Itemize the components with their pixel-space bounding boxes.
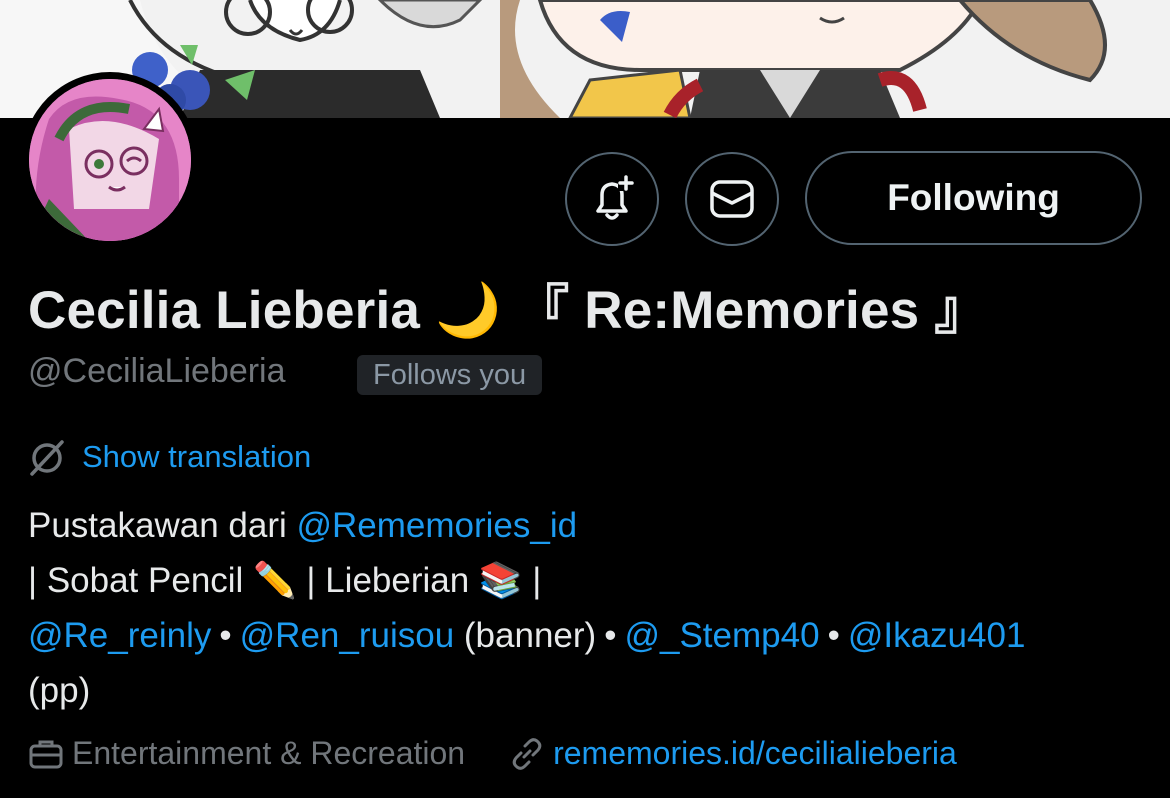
avatar-illustration [29,79,191,241]
category-item: Entertainment & Recreation [28,735,465,772]
category-label: Entertainment & Recreation [72,735,466,771]
bio-line: @Re_reinly • @Ren_ruisou (banner) • @_Stemp4… [28,608,1148,663]
moon-emoji: 🌙 [435,281,502,340]
pencil-emoji: ✏️ [253,561,297,600]
website-link[interactable]: rememories.id/cecilialieberia [553,735,957,772]
user-handle: @CeciliaLieberia [28,352,286,390]
bio-line: (pp) [28,663,1148,718]
display-name: Cecilia Lieberia 🌙 『 Re:Memories 』 [28,268,987,344]
envelope-icon [710,180,754,218]
briefcase-icon [29,740,63,768]
website-item[interactable]: rememories.id/cecilialieberia [509,735,957,772]
show-translation-link[interactable]: Show translation [28,438,311,476]
follows-you-badge: Follows you [357,355,543,395]
bio-separator: • [219,616,232,655]
bell-plus-icon [596,175,634,220]
message-button[interactable] [685,152,779,246]
show-translation-label: Show translation [82,439,312,474]
mention-link-re-reinly[interactable]: @Re_reinly [28,616,211,655]
mention-link-rememories[interactable]: @Rememories_id [296,506,577,545]
bio-text: (banner) [454,616,597,655]
notify-button[interactable] [565,152,659,246]
mention-link-stemp40[interactable]: @_Stemp40 [624,616,819,655]
bio-separator: • [604,616,617,655]
globe-slash-icon [30,440,64,476]
bio-text: | [522,561,542,600]
bio-separator: • [827,616,840,655]
bio-text: Pustakawan dari [28,506,297,545]
display-name-suffix: 『 Re:Memories 』 [516,281,988,340]
books-emoji: 📚 [478,561,523,600]
following-button[interactable]: Following [805,151,1142,245]
mention-link-ikazu401[interactable]: @Ikazu401 [848,616,1026,655]
bio-line: | Sobat Pencil ✏️ | Lieberian 📚 | [28,553,1148,608]
bio-text: (pp) [28,671,91,710]
profile-meta: Entertainment & Recreation rememories.id… [28,735,1001,772]
display-name-text: Cecilia Lieberia [28,281,421,340]
link-icon [512,737,542,770]
mention-link-ren-ruisou[interactable]: @Ren_ruisou [240,616,455,655]
bio-text: | Sobat Pencil [28,561,254,600]
bio-line: Pustakawan dari @Rememories_id [28,498,1148,553]
avatar[interactable] [29,79,191,241]
profile-bio: Pustakawan dari @Rememories_id | Sobat P… [28,498,1148,718]
bio-text: | Lieberian [296,561,479,600]
